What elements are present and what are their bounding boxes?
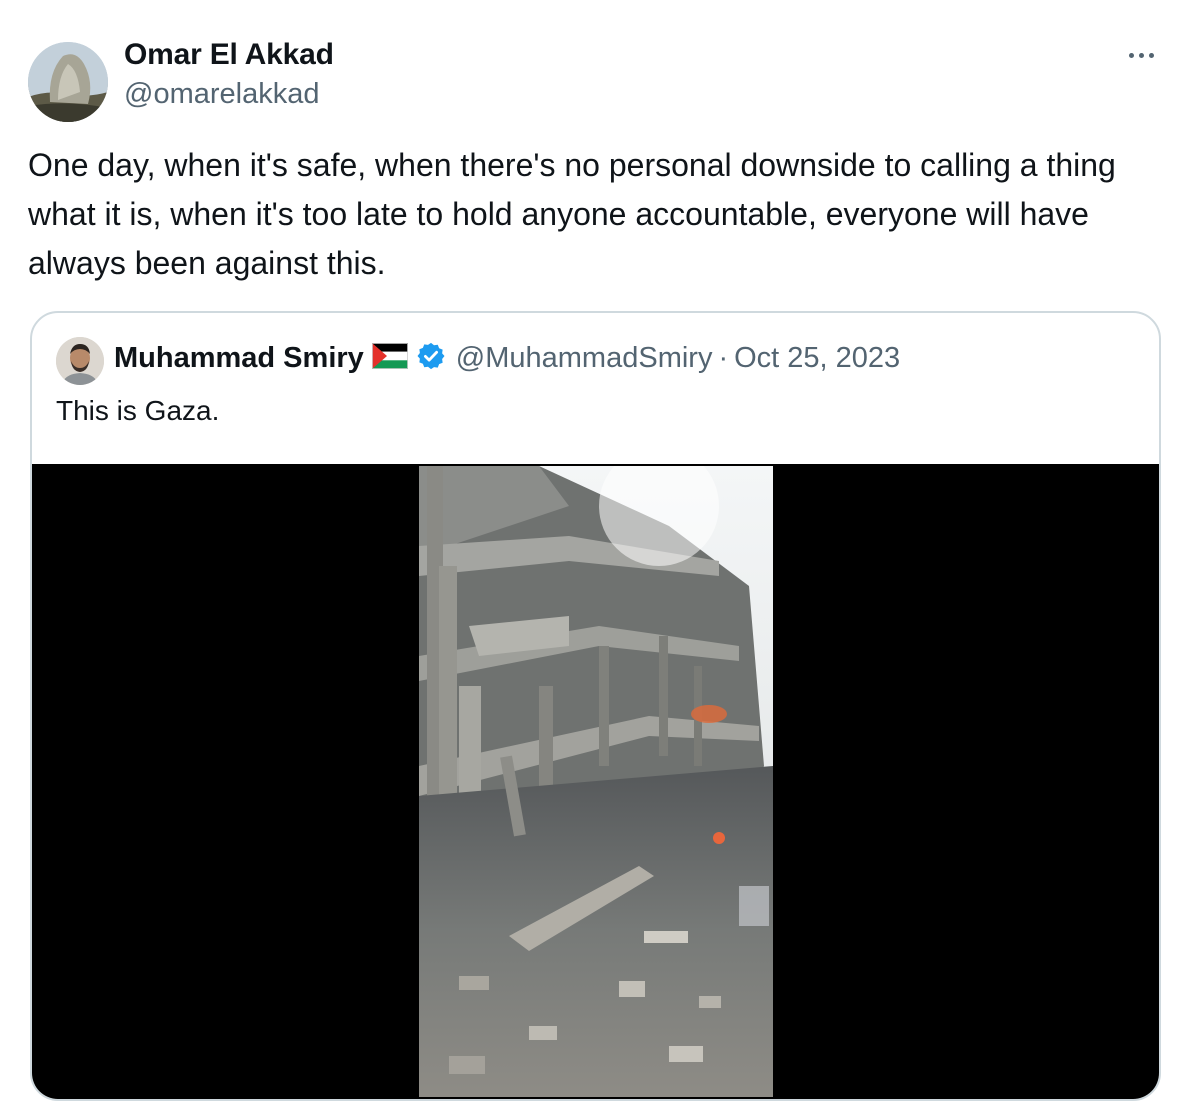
quoted-tweet-text: This is Gaza. bbox=[56, 395, 220, 426]
quoted-tweet-header: Muhammad Smiry @MuhammadSmiry · Oct 25, … bbox=[114, 341, 900, 376]
author-avatar[interactable] bbox=[28, 42, 108, 122]
more-options-button[interactable] bbox=[1118, 40, 1164, 70]
tweet: Omar El Akkad @omarelakkad One day, when… bbox=[0, 0, 1185, 1120]
author-handle[interactable]: @omarelakkad bbox=[124, 78, 319, 111]
quoted-tweet[interactable]: Muhammad Smiry @MuhammadSmiry · Oct 25, … bbox=[30, 311, 1161, 1101]
video-frame[interactable] bbox=[419, 466, 773, 1097]
quoted-tweet-date[interactable]: Oct 25, 2023 bbox=[734, 342, 900, 375]
quoted-author-name[interactable]: Muhammad Smiry bbox=[114, 342, 364, 375]
palestine-flag-icon bbox=[371, 343, 408, 374]
separator-dot: · bbox=[718, 342, 729, 374]
tweet-text: One day, when it's safe, when there's no… bbox=[28, 147, 1116, 281]
verified-badge-icon bbox=[416, 341, 446, 376]
more-horizontal-icon bbox=[1128, 52, 1134, 58]
author-name[interactable]: Omar El Akkad bbox=[124, 38, 334, 72]
quoted-author-handle[interactable]: @MuhammadSmiry bbox=[456, 342, 713, 375]
video-player[interactable] bbox=[32, 464, 1159, 1099]
quoted-author-avatar[interactable] bbox=[56, 337, 104, 385]
